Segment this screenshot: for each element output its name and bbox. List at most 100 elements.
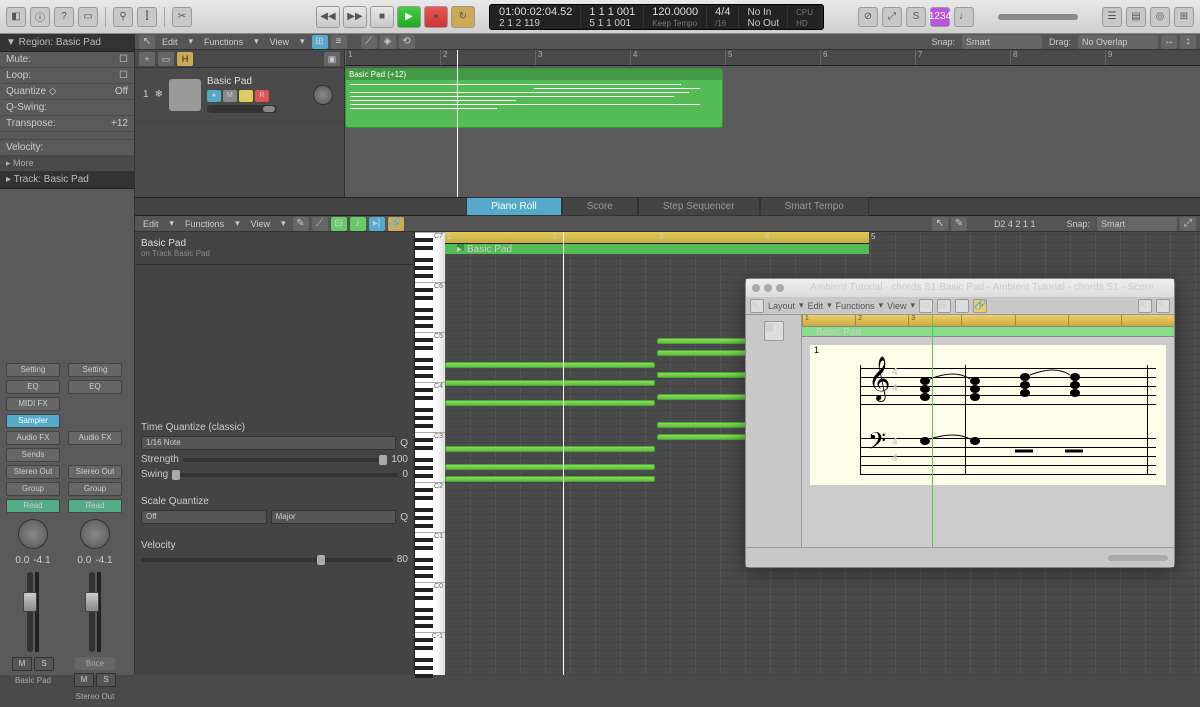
track-volume-slider[interactable] — [207, 105, 277, 113]
drag-select[interactable]: No Overlap — [1078, 35, 1158, 49]
q-button[interactable]: Q — [400, 512, 408, 523]
zoom-slider[interactable] — [1108, 555, 1168, 561]
zoom-icon[interactable] — [776, 284, 784, 292]
staff-area[interactable]: 1 𝄞 44 — [810, 345, 1166, 485]
view-menu[interactable]: View — [247, 219, 274, 229]
zoom-icon[interactable]: ⤢ — [1180, 217, 1196, 231]
mute-checkbox[interactable]: ☐ — [119, 54, 128, 65]
replace-icon[interactable]: ⤢ — [882, 7, 902, 27]
midi-note[interactable] — [445, 476, 655, 482]
midi-note[interactable] — [445, 380, 655, 386]
zoom-v-icon[interactable]: ↕ — [1180, 35, 1196, 49]
piano-keyboard[interactable]: C7C6C5C4C3C2C1C0C-1 — [415, 232, 445, 675]
link-icon[interactable]: 🔗 — [388, 217, 404, 231]
stop-button[interactable]: ■ — [370, 6, 394, 28]
pan-knob[interactable] — [80, 519, 110, 549]
automation-button[interactable]: Read — [68, 499, 122, 513]
master-volume-slider[interactable] — [998, 14, 1078, 20]
velocity-slider[interactable] — [141, 558, 393, 562]
region-header[interactable]: ▸Basic Pad — [445, 244, 869, 254]
snap-select[interactable]: Smart — [962, 35, 1042, 49]
treble-staff[interactable]: 𝄞 44 — [860, 365, 1156, 405]
tab-piano-roll[interactable]: Piano Roll — [466, 197, 562, 216]
midi-icon[interactable]: ♩ — [955, 299, 969, 313]
playhead[interactable] — [457, 50, 458, 197]
mute-button[interactable]: M — [223, 90, 237, 102]
record-enable-button[interactable]: R — [255, 90, 269, 102]
grid-icon[interactable]: ⊞ — [937, 299, 951, 313]
midi-region[interactable]: Basic Pad (+12) — [345, 68, 723, 128]
group-button[interactable]: Group — [68, 482, 122, 496]
tab-score[interactable]: Score — [562, 197, 638, 216]
more-disclosure[interactable]: ▸ More — [0, 156, 134, 171]
grid-icon[interactable]: ⊞ — [312, 35, 328, 49]
group-button[interactable]: Group — [6, 482, 60, 496]
edit-menu[interactable]: Edit — [139, 219, 163, 229]
playhead[interactable] — [932, 315, 933, 547]
loop-checkbox[interactable]: ☐ — [119, 70, 128, 81]
midi-note[interactable] — [445, 446, 655, 452]
sends-button[interactable]: Sends — [6, 448, 60, 462]
edit-menu[interactable]: Edit — [808, 301, 824, 311]
play-button[interactable]: ▶ — [397, 6, 421, 28]
midi-note[interactable] — [445, 464, 655, 470]
library-icon[interactable]: ◧ — [6, 7, 26, 27]
eq-button[interactable]: EQ — [68, 380, 122, 394]
bass-staff[interactable]: 𝄢 44 — [860, 435, 1156, 475]
midi-out-icon[interactable]: ♪ — [350, 217, 366, 231]
browser-icon[interactable]: ⊞ — [1174, 7, 1194, 27]
pencil-icon[interactable]: ✎ — [1156, 299, 1170, 313]
layout-menu[interactable]: Layout — [768, 301, 795, 311]
audiofx-button[interactable]: Audio FX — [6, 431, 60, 445]
link-icon[interactable]: 🔗 — [973, 299, 987, 313]
solo-icon[interactable]: S — [906, 7, 926, 27]
list-icon[interactable]: ☰ — [1102, 7, 1122, 27]
countprecord-icon[interactable]: ⊘ — [858, 7, 878, 27]
forward-button[interactable]: ▶▶ — [343, 6, 367, 28]
track-freeze-icon[interactable]: ❄ — [155, 89, 163, 100]
solo-button[interactable]: S — [239, 90, 253, 102]
track-pan-knob[interactable] — [313, 85, 333, 105]
region-header[interactable]: ▼ Region: Basic Pad — [0, 34, 134, 52]
automation-icon[interactable]: ⟋ — [361, 35, 377, 49]
output-button[interactable]: Stereo Out — [68, 465, 122, 479]
help-icon[interactable]: ? — [54, 7, 74, 27]
audiofx-button[interactable]: Audio FX — [68, 431, 122, 445]
tools-icon[interactable]: ▭ — [78, 7, 98, 27]
pointer-icon[interactable]: ↖ — [932, 217, 948, 231]
lcd-display[interactable]: 01:00:02:04.522 1 2 119 1 1 1 0015 1 1 0… — [489, 4, 824, 30]
scissors-icon[interactable]: ✂ — [172, 7, 192, 27]
track-icon[interactable] — [169, 79, 201, 111]
loop-icon[interactable]: ⟲ — [399, 35, 415, 49]
strength-slider[interactable] — [183, 458, 388, 462]
quantize-value[interactable]: Off — [115, 86, 128, 97]
eq-button[interactable]: EQ — [6, 380, 60, 394]
catch-icon[interactable]: ▸| — [369, 217, 385, 231]
score-main[interactable]: 1 2 3 Basic Pad 1 𝄞 44 — [802, 315, 1174, 547]
record-button[interactable]: ● — [424, 6, 448, 28]
solo-button[interactable]: S — [96, 673, 116, 687]
volume-fader[interactable] — [27, 572, 33, 652]
tab-smart-tempo[interactable]: Smart Tempo — [760, 197, 869, 216]
close-icon[interactable] — [752, 284, 760, 292]
volume-fader[interactable] — [89, 572, 95, 652]
view-menu[interactable]: View — [887, 301, 906, 311]
solo-button[interactable]: S — [34, 657, 54, 671]
midi-note[interactable] — [445, 362, 655, 368]
setting-button[interactable]: Setting — [6, 363, 60, 377]
bounce-button[interactable]: Bnce — [75, 657, 115, 670]
count-icon[interactable]: 1234 — [930, 7, 950, 27]
add-track-button[interactable]: + — [139, 52, 155, 66]
minimize-icon[interactable] — [764, 284, 772, 292]
arrange-grid[interactable]: 1 2 3 4 5 6 7 8 9 Basic Pad (+12) — [345, 50, 1200, 197]
back-icon[interactable]: ↖ — [750, 299, 764, 313]
cycle-button[interactable]: ↻ — [451, 6, 475, 28]
scale-type-select[interactable]: Major — [271, 510, 397, 524]
setting-button[interactable]: Setting — [68, 363, 122, 377]
pencil-icon[interactable]: ✎ — [951, 217, 967, 231]
metronome-icon[interactable]: ⚲ — [113, 7, 133, 27]
global-tracks-icon[interactable]: ▣ — [324, 52, 340, 66]
track-row[interactable]: 1 ❄ Basic Pad ● M S R — [135, 68, 344, 122]
view-menu[interactable]: View — [266, 37, 293, 47]
q-button[interactable]: Q — [400, 438, 408, 449]
